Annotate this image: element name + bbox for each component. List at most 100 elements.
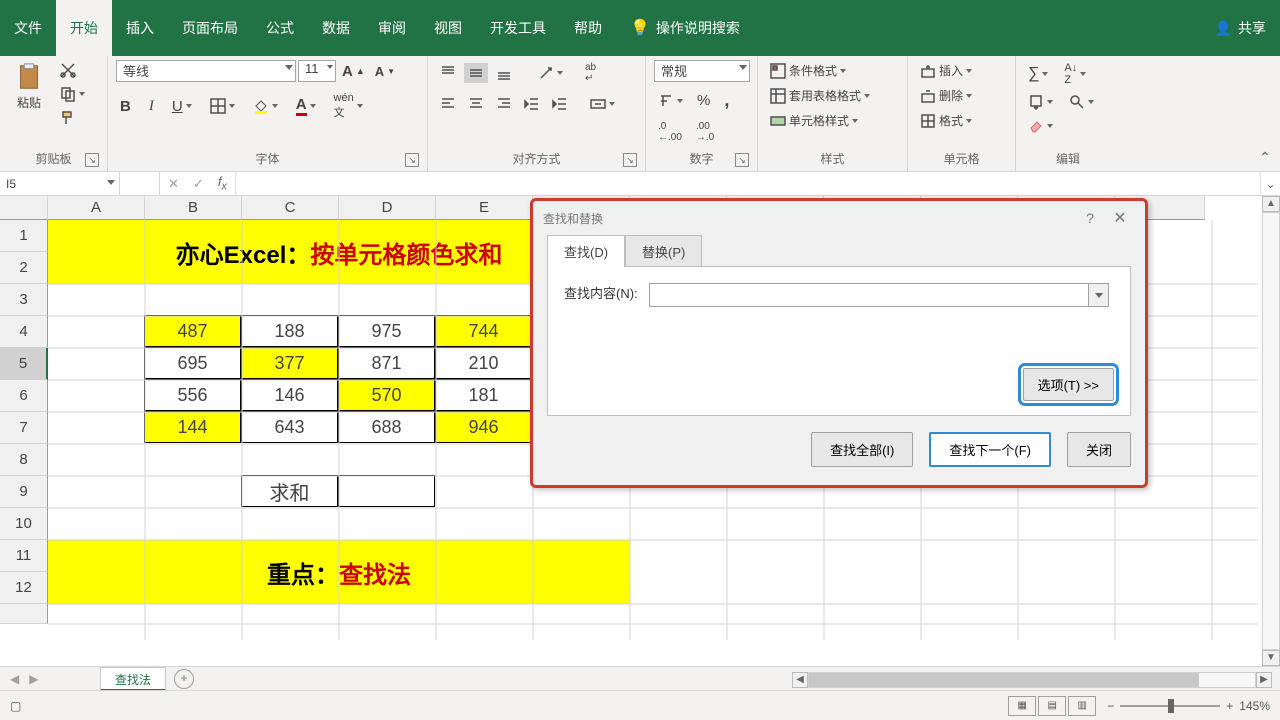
align-dialog-icon[interactable]: ↘: [623, 153, 637, 167]
tab-view[interactable]: 视图: [420, 0, 476, 56]
row-header[interactable]: 12: [0, 572, 48, 604]
grow-font-button[interactable]: A▲: [338, 61, 369, 82]
row-header[interactable]: 6: [0, 380, 48, 412]
find-button[interactable]: [1065, 92, 1098, 112]
add-sheet-button[interactable]: +: [174, 669, 194, 689]
tab-help[interactable]: 帮助: [560, 0, 616, 56]
row-headers[interactable]: 1 2 3 4 5 6 7 8 9 10 11 12: [0, 220, 48, 624]
dialog-close-button[interactable]: ✕: [1105, 208, 1135, 228]
paste-button[interactable]: 粘贴: [8, 60, 50, 115]
accounting-button[interactable]: [654, 91, 687, 111]
sum-value-cell[interactable]: [338, 475, 435, 507]
scroll-right-button[interactable]: ▶: [1256, 672, 1272, 688]
data-cell[interactable]: 144: [144, 411, 241, 443]
font-color-button[interactable]: A: [292, 94, 320, 118]
wrap-text-button[interactable]: ab↵: [581, 60, 600, 86]
tab-file[interactable]: 文件: [0, 0, 56, 56]
align-center-button[interactable]: [464, 94, 488, 114]
comma-button[interactable]: ,: [720, 88, 733, 113]
scroll-left-button[interactable]: ◀: [792, 672, 808, 688]
data-cell[interactable]: 695: [144, 347, 241, 379]
indent-dec-button[interactable]: [520, 94, 544, 114]
col-header[interactable]: E: [436, 196, 533, 220]
keypoint-cell[interactable]: 重点：查找法: [48, 540, 630, 604]
table-format-button[interactable]: 套用表格格式: [766, 85, 874, 106]
row-header[interactable]: 1: [0, 220, 48, 252]
page-layout-button[interactable]: ▤: [1038, 696, 1066, 716]
cancel-formula-icon[interactable]: ✕: [168, 176, 179, 192]
data-cell[interactable]: 146: [241, 379, 338, 411]
number-format-select[interactable]: 常规: [654, 60, 750, 82]
close-button[interactable]: 关闭: [1067, 432, 1131, 467]
find-what-input[interactable]: [649, 283, 1109, 307]
col-header[interactable]: C: [242, 196, 339, 220]
tab-find[interactable]: 查找(D): [547, 235, 625, 267]
row-header[interactable]: 5: [0, 348, 48, 380]
clear-button[interactable]: [1024, 116, 1057, 136]
data-cell[interactable]: 975: [338, 315, 435, 347]
find-all-button[interactable]: 查找全部(I): [811, 432, 913, 467]
shrink-font-button[interactable]: A▼: [371, 62, 399, 81]
copy-button[interactable]: [56, 84, 89, 104]
row-header[interactable]: 9: [0, 476, 48, 508]
align-bottom-button[interactable]: [492, 63, 516, 83]
tab-formula[interactable]: 公式: [252, 0, 308, 56]
font-size-select[interactable]: 11: [298, 60, 336, 82]
zoom-slider[interactable]: [1120, 705, 1220, 707]
align-top-button[interactable]: [436, 63, 460, 83]
font-dialog-icon[interactable]: ↘: [405, 153, 419, 167]
sort-filter-button[interactable]: A↓Z: [1060, 60, 1090, 88]
collapse-ribbon-button[interactable]: ⌃: [1256, 149, 1274, 167]
data-cell[interactable]: 377: [241, 347, 338, 379]
zoom-out-button[interactable]: −: [1107, 699, 1114, 713]
autosum-button[interactable]: ∑: [1024, 63, 1052, 85]
underline-button[interactable]: U: [168, 96, 196, 117]
dec-decimal-button[interactable]: .00→.0: [692, 119, 718, 145]
data-cell[interactable]: 210: [435, 347, 532, 379]
scroll-up-button[interactable]: ▲: [1262, 196, 1280, 212]
vertical-scrollbar[interactable]: ▲ ▼: [1262, 196, 1280, 666]
align-middle-button[interactable]: [464, 63, 488, 83]
row-header[interactable]: 10: [0, 508, 48, 540]
col-header[interactable]: A: [48, 196, 145, 220]
merge-button[interactable]: [586, 94, 619, 114]
horizontal-scrollbar[interactable]: ◀ ▶: [792, 670, 1272, 690]
fill-button[interactable]: [1024, 92, 1057, 112]
tell-me[interactable]: 💡 操作说明搜索: [616, 0, 754, 56]
data-cell[interactable]: 871: [338, 347, 435, 379]
data-cell[interactable]: 643: [241, 411, 338, 443]
format-cells-button[interactable]: 格式: [916, 110, 976, 131]
sheet-next-button[interactable]: ▶: [29, 672, 38, 686]
row-header[interactable]: 7: [0, 412, 48, 444]
data-cell[interactable]: 181: [435, 379, 532, 411]
share-button[interactable]: 👤 共享: [1201, 0, 1280, 56]
align-right-button[interactable]: [492, 94, 516, 114]
data-cell[interactable]: 487: [144, 315, 241, 347]
find-next-button[interactable]: 查找下一个(F): [929, 432, 1051, 467]
clipboard-dialog-icon[interactable]: ↘: [85, 153, 99, 167]
delete-cells-button[interactable]: 删除: [916, 85, 976, 106]
data-cell[interactable]: 744: [435, 315, 532, 347]
border-button[interactable]: [206, 96, 239, 116]
bold-button[interactable]: B: [116, 96, 135, 117]
select-all-button[interactable]: [0, 196, 48, 220]
sum-label-cell[interactable]: 求和: [241, 475, 338, 507]
orientation-button[interactable]: [534, 63, 567, 83]
italic-button[interactable]: I: [145, 96, 158, 117]
cell-style-button[interactable]: 单元格样式: [766, 110, 862, 131]
zoom-in-button[interactable]: +: [1226, 699, 1233, 713]
sheet-tab[interactable]: 查找法: [100, 667, 166, 691]
data-cell[interactable]: 946: [435, 411, 532, 443]
page-break-button[interactable]: ▥: [1068, 696, 1096, 716]
tab-dev[interactable]: 开发工具: [476, 0, 560, 56]
formula-input[interactable]: [236, 172, 1260, 195]
hscroll-thumb[interactable]: [809, 673, 1199, 687]
fill-color-button[interactable]: [249, 96, 282, 116]
font-name-select[interactable]: 等线: [116, 60, 296, 82]
percent-button[interactable]: %: [693, 90, 714, 111]
row-header[interactable]: 2: [0, 252, 48, 284]
align-left-button[interactable]: [436, 94, 460, 114]
row-header[interactable]: 3: [0, 284, 48, 316]
scroll-down-button[interactable]: ▼: [1262, 650, 1280, 666]
insert-cells-button[interactable]: 插入: [916, 60, 976, 81]
